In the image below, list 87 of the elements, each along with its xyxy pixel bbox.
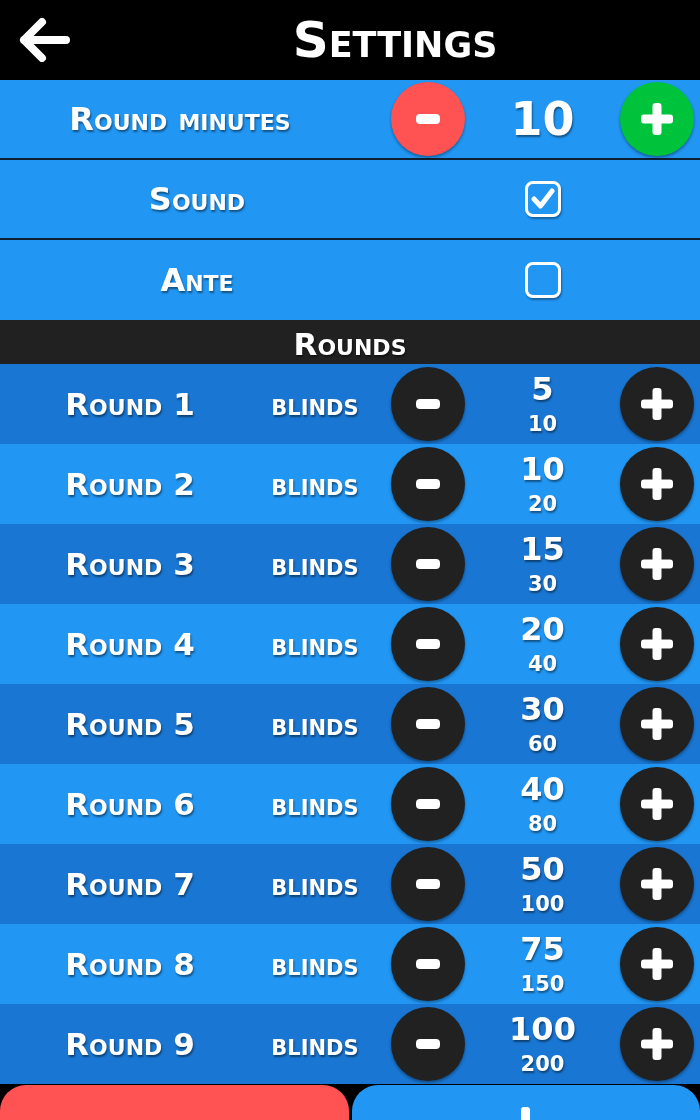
increase-button[interactable] xyxy=(620,687,694,761)
small-blind-value: 10 xyxy=(520,451,565,487)
blinds-label: blinds xyxy=(271,866,359,902)
decrease-button[interactable] xyxy=(391,527,465,601)
minus-icon xyxy=(416,879,440,889)
action-button[interactable] xyxy=(0,1085,349,1120)
big-blind-value: 10 xyxy=(527,411,558,437)
plus-icon xyxy=(641,388,673,420)
blinds-label: blinds xyxy=(271,706,359,742)
plus-icon xyxy=(641,468,673,500)
round-label: Round 6 xyxy=(65,786,195,822)
blinds-label: blinds xyxy=(271,466,359,502)
increase-button[interactable] xyxy=(620,1007,694,1081)
action-button[interactable] xyxy=(351,1085,700,1120)
decrease-button[interactable] xyxy=(391,847,465,921)
big-blind-value: 40 xyxy=(527,651,558,677)
big-blind-value: 20 xyxy=(527,491,558,517)
minus-icon xyxy=(416,399,440,409)
big-blind-value: 80 xyxy=(527,811,558,837)
blinds-label: blinds xyxy=(271,546,359,582)
small-blind-value: 20 xyxy=(520,611,565,647)
blinds-label: blinds xyxy=(271,626,359,662)
minus-icon xyxy=(416,479,440,489)
decrease-button[interactable] xyxy=(391,927,465,1001)
back-arrow-icon[interactable] xyxy=(18,18,70,62)
blinds-label: blinds xyxy=(271,1026,359,1062)
small-blind-value: 15 xyxy=(520,531,565,567)
minus-icon xyxy=(416,1039,440,1049)
decrease-button[interactable] xyxy=(391,767,465,841)
setting-value: 10 xyxy=(510,92,575,146)
minus-icon xyxy=(416,719,440,729)
small-blind-value: 50 xyxy=(520,851,565,887)
checkbox[interactable] xyxy=(524,262,561,298)
increase-button[interactable] xyxy=(620,927,694,1001)
section-title: Rounds xyxy=(293,325,407,364)
decrease-button[interactable] xyxy=(391,367,465,441)
plus-icon xyxy=(641,868,673,900)
increase-button[interactable] xyxy=(620,607,694,681)
increase-button[interactable] xyxy=(620,847,694,921)
plus-icon xyxy=(641,1028,673,1060)
small-blind-value: 100 xyxy=(509,1011,576,1047)
plus-icon xyxy=(641,708,673,740)
round-label: Round 5 xyxy=(65,706,195,742)
big-blind-value: 30 xyxy=(527,571,558,597)
plus-icon xyxy=(641,103,673,135)
screen-title: Settings xyxy=(292,10,498,70)
round-label: Round 3 xyxy=(65,546,195,582)
increase-button[interactable] xyxy=(620,447,694,521)
decrease-button[interactable] xyxy=(391,447,465,521)
decrease-button[interactable] xyxy=(391,687,465,761)
increase-button[interactable] xyxy=(620,527,694,601)
round-label: Round 4 xyxy=(65,626,195,662)
checkmark-icon xyxy=(530,188,555,210)
minus-icon xyxy=(416,799,440,809)
small-blind-value: 5 xyxy=(531,371,554,407)
big-blind-value: 100 xyxy=(520,891,565,917)
minus-icon xyxy=(416,114,440,124)
round-label: Round 9 xyxy=(65,1026,195,1062)
big-blind-value: 60 xyxy=(527,731,558,757)
blinds-label: blinds xyxy=(271,786,359,822)
small-blind-value: 40 xyxy=(520,771,565,807)
minus-icon xyxy=(416,559,440,569)
increase-button[interactable] xyxy=(620,767,694,841)
big-blind-value: 200 xyxy=(520,1051,565,1077)
plus-icon xyxy=(641,948,673,980)
round-label: Round 8 xyxy=(65,946,195,982)
small-blind-value: 30 xyxy=(520,691,565,727)
round-label: Round 7 xyxy=(65,866,195,902)
big-blind-value: 150 xyxy=(520,971,565,997)
setting-label: Sound xyxy=(148,180,246,218)
round-label: Round 2 xyxy=(65,466,195,502)
checkbox[interactable] xyxy=(524,181,561,217)
blinds-label: blinds xyxy=(271,946,359,982)
minus-icon xyxy=(416,959,440,969)
decrease-button[interactable] xyxy=(391,607,465,681)
round-label: Round 1 xyxy=(65,386,195,422)
increase-button[interactable] xyxy=(620,367,694,441)
setting-label: Ante xyxy=(160,261,234,299)
plus-icon xyxy=(641,788,673,820)
plus-icon xyxy=(641,628,673,660)
small-blind-value: 75 xyxy=(520,931,565,967)
vertical-bar-icon xyxy=(521,1107,531,1120)
decrease-button[interactable] xyxy=(391,1007,465,1081)
setting-label: Round minutes xyxy=(69,100,291,138)
minus-icon xyxy=(416,639,440,649)
plus-icon xyxy=(641,548,673,580)
blinds-label: blinds xyxy=(271,386,359,422)
